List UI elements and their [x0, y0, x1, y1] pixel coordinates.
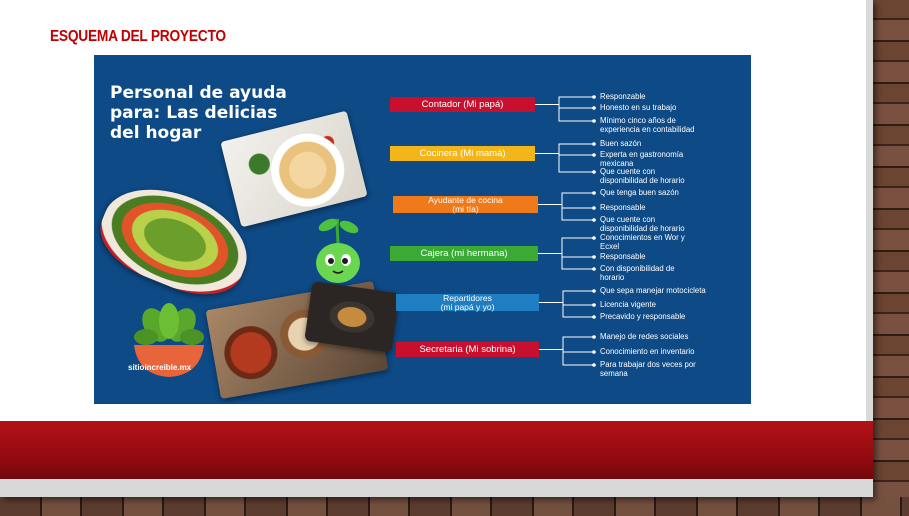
connector-line: [539, 336, 594, 350]
connector-dot: [592, 142, 596, 146]
connector-line: [538, 204, 594, 209]
brick-wall-bottom: [0, 497, 909, 516]
requirement-text: Responsable: [600, 252, 646, 261]
requirement-text: Que sepa manejar motocicleta: [600, 286, 706, 295]
requirement-item: Responsable: [600, 203, 740, 213]
connector-dot: [592, 153, 596, 157]
connector-dot: [592, 218, 596, 222]
connector-line: [535, 104, 594, 122]
connector-line: [535, 153, 594, 173]
requirement-item: Que cuente con disponibilidad de horario: [600, 167, 740, 185]
connector-dot: [592, 315, 596, 319]
requirement-item: Conocimiento en inventario: [600, 347, 740, 357]
role-label: Cajera (mi hermana): [420, 248, 508, 259]
requirement-item: Que sepa manejar motocicleta: [600, 286, 740, 296]
requirement-text: Responzable: [600, 92, 646, 101]
role-label: Contador (Mi papá): [421, 99, 504, 110]
connector-dot: [592, 303, 596, 307]
requirement-text: Responsable: [600, 203, 646, 212]
connector-dot: [592, 119, 596, 123]
role-label: (mi papá y yo): [440, 301, 495, 312]
requirement-text: disponibilidad de horario: [600, 223, 685, 233]
requirement-text: Licencia vigente: [600, 300, 656, 309]
requirement-item: Responsable: [600, 252, 740, 262]
requirement-text: Conocimiento en inventario: [600, 347, 695, 356]
connector-line: [535, 96, 594, 105]
role-box: Cajera (mi hermana): [390, 246, 538, 261]
brick-wall-right: [873, 0, 909, 516]
connector-line: [538, 237, 594, 254]
connector-dot: [592, 95, 596, 99]
connector-dot: [592, 255, 596, 259]
infographic-panel: Personal de ayuda para: Las delicias del…: [94, 55, 751, 404]
requirement-text: Conocimientos en Wor y: [600, 233, 685, 242]
footer-grey-band: [0, 479, 873, 497]
connector-dot: [592, 170, 596, 174]
requirement-item: Buen sazón: [600, 139, 740, 149]
requirement-text: Precavido y responsable: [600, 312, 686, 321]
requirement-item: Que cuente con disponibilidad de horario: [600, 215, 740, 233]
requirement-item: Precavido y responsable: [600, 312, 740, 322]
role-label: Secretaria (Mi sobrina): [419, 344, 516, 355]
requirement-text: experiencia en contabilidad: [600, 124, 695, 134]
role-box: Secretaria (Mi sobrina): [396, 342, 539, 357]
connector-dot: [592, 106, 596, 110]
footer-red-band: [0, 421, 873, 479]
connector-dot: [592, 267, 596, 271]
presentation-slide: ESQUEMA DEL PROYECTO Personal de ayuda p…: [0, 0, 873, 497]
requirement-item: Mínimo cinco años de experiencia en conta…: [600, 116, 740, 134]
requirement-text: Que tenga buen sazón: [600, 188, 679, 197]
requirement-text: semana: [600, 368, 628, 378]
requirement-item: Con disponibilidad de horario: [600, 264, 740, 282]
requirement-text: horario: [600, 272, 625, 282]
role-label: Cocinera (Mi mamá): [419, 148, 506, 159]
role-box: Repartidores (mi papá y yo): [396, 294, 539, 311]
connector-line: [538, 253, 594, 258]
connector-line: [535, 104, 594, 109]
connector-dot: [592, 236, 596, 240]
connector-dot: [592, 191, 596, 195]
requirement-text: Ecxel: [600, 241, 620, 251]
requirement-item: Licencia vigente: [600, 300, 740, 310]
requirement-item: Responzable: [600, 92, 740, 102]
connector-dot: [592, 206, 596, 210]
role-box: Contador (Mi papá): [390, 97, 535, 112]
requirement-text: Manejo de redes sociales: [600, 332, 689, 341]
requirement-item: Manejo de redes sociales: [600, 332, 740, 342]
requirement-item: Honesto en su trabajo: [600, 103, 740, 113]
connector-line: [539, 290, 594, 303]
connector-dot: [592, 363, 596, 367]
role-box: Cocinera (Mi mamá): [390, 146, 535, 161]
requirement-text: Honesto en su trabajo: [600, 103, 677, 112]
requirement-item: Conocimientos en Wor y Ecxel: [600, 233, 740, 251]
requirement-text: Buen sazón: [600, 139, 642, 148]
slide-title: ESQUEMA DEL PROYECTO: [50, 28, 226, 45]
connector-line: [538, 204, 594, 221]
requirement-item: Experta en gastronomía mexicana: [600, 150, 740, 168]
connector-line: [535, 143, 594, 154]
connector-dot: [592, 289, 596, 293]
requirement-item: Que tenga buen sazón: [600, 188, 740, 198]
requirement-text: disponibilidad de horario: [600, 175, 685, 185]
role-label: (mi tía): [452, 203, 479, 214]
requirement-item: Para trabajar dos veces por semana: [600, 360, 740, 378]
connector-line: [538, 192, 594, 205]
connector-dot: [592, 350, 596, 354]
connector-line: [538, 253, 594, 270]
connector-dot: [592, 335, 596, 339]
role-box: Ayudante de cocina (mi tía): [393, 196, 538, 213]
